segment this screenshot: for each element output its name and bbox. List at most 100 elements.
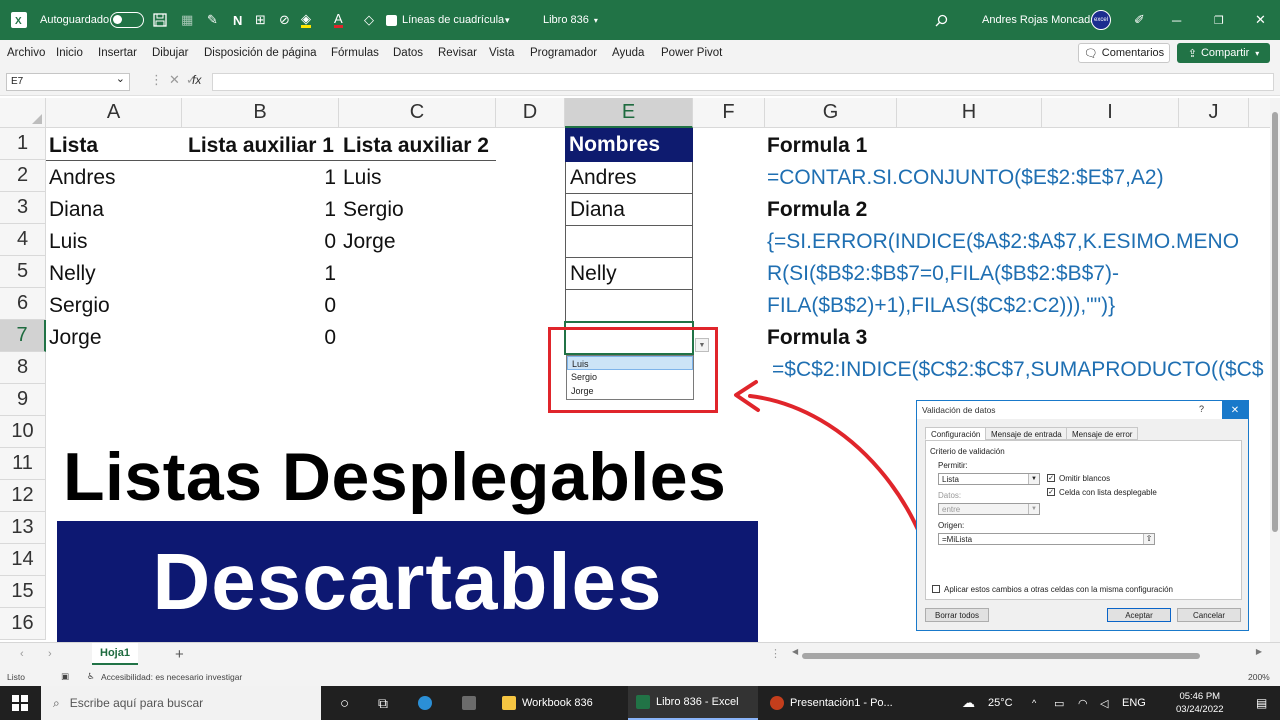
- user-name[interactable]: Andres Rojas Moncada: [982, 0, 1096, 40]
- col-header-h[interactable]: H: [897, 98, 1042, 128]
- tab-power-pivot[interactable]: Power Pivot: [661, 47, 722, 59]
- comments-button[interactable]: 🗨 Comentarios: [1078, 43, 1170, 63]
- save-icon[interactable]: [153, 0, 167, 40]
- tab-mensaje-entrada[interactable]: Mensaje de entrada: [985, 427, 1068, 440]
- accessibility-status[interactable]: Accesibilidad: es necesario investigar: [101, 672, 242, 682]
- cell-b4[interactable]: 0: [182, 226, 336, 258]
- network-icon[interactable]: ▭: [1054, 686, 1064, 720]
- cell-c3[interactable]: Sergio: [343, 194, 404, 226]
- range-select-icon[interactable]: ⇧: [1143, 534, 1154, 544]
- tab-archivo[interactable]: Archivo: [7, 47, 45, 59]
- apply-all-checkbox[interactable]: [932, 585, 940, 593]
- gridlines-checkbox[interactable]: [386, 14, 397, 26]
- tab-datos[interactable]: Datos: [393, 47, 423, 59]
- row-header[interactable]: 16: [0, 608, 46, 640]
- tab-vista[interactable]: Vista: [489, 47, 514, 59]
- tab-revisar[interactable]: Revisar: [438, 47, 477, 59]
- select-all-corner[interactable]: [0, 98, 46, 128]
- row-header[interactable]: 8: [0, 352, 46, 384]
- clear-all-button[interactable]: Borrar todos: [925, 608, 989, 622]
- cell-c2[interactable]: Luis: [343, 162, 382, 194]
- tab-inicio[interactable]: Inicio: [56, 47, 83, 59]
- fill-color-icon[interactable]: ◈: [301, 0, 311, 40]
- worksheet-grid[interactable]: A B C D E F G H I J 1 2 3 4 5 6 7 8 9 10…: [0, 98, 1270, 642]
- formula-input[interactable]: [212, 73, 1274, 91]
- weather-icon[interactable]: ☁: [962, 686, 975, 720]
- bold-icon[interactable]: N: [233, 0, 242, 40]
- tray-chevron-icon[interactable]: ^: [1032, 686, 1036, 720]
- name-box[interactable]: E7: [6, 72, 130, 91]
- close-icon[interactable]: ✕: [1255, 0, 1266, 40]
- cell-a7[interactable]: Jorge: [49, 322, 102, 354]
- tab-disposicion[interactable]: Disposición de página: [204, 47, 317, 59]
- pen-icon[interactable]: ✐: [1134, 0, 1145, 40]
- brush-icon[interactable]: ✎: [207, 0, 218, 40]
- cell-b7[interactable]: 0: [182, 322, 336, 354]
- cancel-button[interactable]: Cancelar: [1177, 608, 1241, 622]
- clock[interactable]: 05:46 PM 03/24/2022: [1176, 686, 1224, 720]
- row-header-selected[interactable]: 7: [0, 320, 46, 352]
- tab-ayuda[interactable]: Ayuda: [612, 47, 644, 59]
- notifications-icon[interactable]: ▤: [1256, 686, 1267, 720]
- add-sheet-icon[interactable]: +: [175, 646, 184, 663]
- datos-select[interactable]: entre ▼: [938, 503, 1040, 515]
- col-header-i[interactable]: I: [1042, 98, 1179, 128]
- origen-input[interactable]: =MiLista ⇧: [938, 533, 1155, 545]
- col-header-e[interactable]: E: [565, 98, 693, 128]
- cell-g3[interactable]: Formula 2: [767, 194, 867, 226]
- sheet-tab-hoja1[interactable]: Hoja1: [92, 643, 138, 665]
- tab-configuracion[interactable]: Configuración: [925, 427, 987, 440]
- cell-b5[interactable]: 1: [182, 258, 336, 290]
- horizontal-scrollbar[interactable]: ◀ ▶: [792, 647, 1262, 661]
- tab-insertar[interactable]: Insertar: [98, 47, 137, 59]
- task-view-icon[interactable]: ⧉: [378, 686, 388, 720]
- accessibility-icon[interactable]: ♿: [87, 671, 95, 682]
- tab-mensaje-error[interactable]: Mensaje de error: [1066, 427, 1139, 440]
- permitir-select[interactable]: Lista ▼: [938, 473, 1040, 485]
- horizontal-scroll-thumb[interactable]: [802, 653, 1200, 659]
- cell-b6[interactable]: 0: [182, 290, 336, 322]
- cell-g1[interactable]: Formula 1: [767, 130, 867, 162]
- row-header[interactable]: 11: [0, 448, 46, 480]
- cell-g5[interactable]: R(SI($B$2:$B$7=0,FILA($B$2:$B$7)-: [767, 258, 1119, 290]
- weather-temp[interactable]: 25°C: [988, 686, 1013, 720]
- gridlines-toggle[interactable]: Líneas de cuadrícula: [386, 0, 504, 40]
- row-header[interactable]: 13: [0, 512, 46, 544]
- autosave-toggle[interactable]: [110, 12, 144, 28]
- row-header[interactable]: 15: [0, 576, 46, 608]
- cell-e1[interactable]: Nombres: [565, 128, 693, 162]
- omit-blanks-checkbox[interactable]: ✓: [1047, 474, 1055, 482]
- row-header[interactable]: 3: [0, 192, 46, 224]
- taskbar-app-powerpoint[interactable]: Presentación1 - Po...: [770, 686, 893, 720]
- row-header[interactable]: 4: [0, 224, 46, 256]
- prev-sheet-icon[interactable]: ‹: [20, 648, 24, 660]
- taskbar-app-explorer[interactable]: Workbook 836: [502, 686, 593, 720]
- scroll-left-icon[interactable]: ◀: [792, 647, 798, 656]
- row-header[interactable]: 12: [0, 480, 46, 512]
- col-header-j[interactable]: J: [1179, 98, 1249, 128]
- edge-icon[interactable]: [418, 686, 438, 720]
- wifi-icon[interactable]: ◠: [1078, 686, 1088, 720]
- cell-b2[interactable]: 1: [182, 162, 336, 194]
- borders-icon[interactable]: ⊞: [255, 0, 266, 40]
- vertical-scrollbar[interactable]: [1270, 98, 1280, 642]
- workbook-title[interactable]: Libro 836 ▾: [543, 0, 598, 40]
- row-header[interactable]: 1: [0, 128, 46, 160]
- row-header[interactable]: 10: [0, 416, 46, 448]
- volume-icon[interactable]: ◁: [1100, 686, 1108, 720]
- cell-g6[interactable]: FILA($B$2)+1),FILAS($C$2:C2))),"")}: [767, 290, 1115, 322]
- cortana-icon[interactable]: ○: [340, 686, 349, 720]
- cell-g2[interactable]: =CONTAR.SI.CONJUNTO($E$2:$E$7,A2): [767, 162, 1164, 194]
- cell-e6[interactable]: [565, 290, 693, 322]
- cell-g4[interactable]: {=SI.ERROR(INDICE($A$2:$A$7,K.ESIMO.MENO: [767, 226, 1239, 258]
- row-header[interactable]: 9: [0, 384, 46, 416]
- col-header-c[interactable]: C: [339, 98, 496, 128]
- help-icon[interactable]: ?: [1199, 404, 1204, 414]
- cell-a1[interactable]: Lista: [49, 130, 98, 162]
- eraser-icon[interactable]: ◇: [364, 0, 374, 40]
- sheet-options-icon[interactable]: ⋮: [770, 647, 781, 660]
- col-header-a[interactable]: A: [46, 98, 182, 128]
- tab-dibujar[interactable]: Dibujar: [152, 47, 188, 59]
- row-header[interactable]: 14: [0, 544, 46, 576]
- taskbar-search-input[interactable]: Escribe aquí para buscar: [70, 696, 203, 710]
